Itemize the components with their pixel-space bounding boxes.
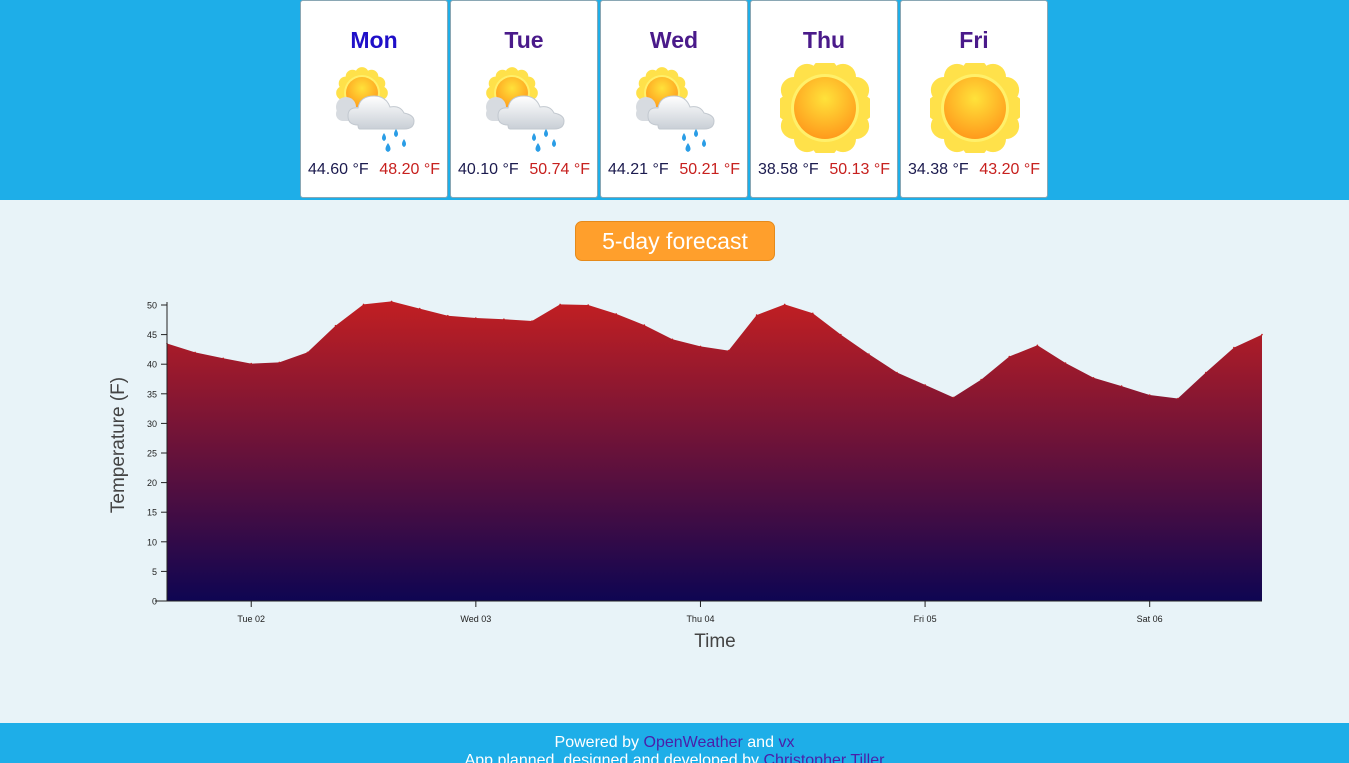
y-tick-label: 45: [147, 330, 157, 340]
y-tick-label: 10: [147, 537, 157, 547]
sun-icon: [776, 59, 874, 157]
data-point: [278, 361, 281, 364]
data-point: [1120, 385, 1123, 387]
data-point: [1064, 362, 1067, 364]
data-point: [699, 345, 702, 348]
sun-cloud-rain-icon: [330, 63, 420, 153]
data-point: [1177, 397, 1179, 400]
day-label: Tue: [504, 27, 544, 53]
forecast-card-mon[interactable]: Mon 44.60 °F 48.20 °F: [300, 0, 448, 198]
forecast-card-thu[interactable]: Thu 38.58 °F 50.13 °F: [750, 0, 898, 198]
data-point: [671, 338, 674, 341]
data-point: [559, 303, 561, 306]
data-point: [783, 303, 786, 306]
data-point: [250, 362, 252, 365]
data-point: [587, 304, 589, 306]
y-tick-label: 20: [147, 478, 157, 488]
temp-row: 34.38 °F 43.20 °F: [908, 161, 1040, 179]
forecast-card-fri[interactable]: Fri 34.38 °F 43.20 °F: [900, 0, 1048, 198]
data-point: [390, 300, 393, 303]
data-point: [1205, 371, 1207, 374]
y-tick-label: 25: [147, 449, 157, 459]
data-point: [475, 317, 477, 319]
y-tick-label: 50: [147, 301, 157, 311]
max-temp: 48.20 °F: [379, 161, 440, 178]
author-link[interactable]: Christopher Tiller: [763, 752, 884, 763]
x-tick-label: Wed 03: [460, 614, 491, 624]
footer-credit-line: App planned, designed and developed by C…: [0, 752, 1349, 763]
sun-icon: [926, 59, 1024, 157]
x-tick-label: Thu 04: [686, 614, 714, 624]
x-tick-label: Fri 05: [914, 614, 937, 624]
vx-link[interactable]: vx: [778, 734, 794, 751]
credit-prefix: App planned, designed and developed by: [464, 752, 760, 763]
data-point: [980, 378, 982, 381]
data-point: [306, 351, 309, 354]
temperature-area-chart: 05101520253035404550Temperature (F)Tue 0…: [108, 300, 1263, 652]
min-temp: 44.60 °F: [308, 161, 369, 178]
forecast-cards: Mon 44.60 °F 48.20 °F Tue 40.10 °F 50.74…: [300, 0, 1048, 200]
data-point: [1092, 377, 1095, 379]
min-temp: 34.38 °F: [908, 161, 969, 178]
y-tick-label: 30: [147, 419, 157, 429]
temperature-area: [167, 301, 1262, 601]
data-point: [1148, 394, 1151, 396]
data-point: [1036, 344, 1039, 347]
y-tick-label: 35: [147, 389, 157, 399]
temp-row: 44.21 °F 50.21 °F: [608, 161, 740, 179]
data-point: [362, 303, 365, 306]
min-temp: 44.21 °F: [608, 161, 669, 178]
y-axis-title: Temperature (F): [108, 377, 129, 513]
temp-row: 40.10 °F 50.74 °F: [458, 161, 590, 179]
min-temp: 38.58 °F: [758, 161, 819, 178]
data-point: [755, 314, 758, 316]
data-point: [952, 396, 954, 399]
data-point: [447, 314, 449, 317]
data-point: [418, 307, 421, 310]
x-tick-label: Sat 06: [1137, 614, 1163, 624]
day-label: Wed: [649, 27, 699, 53]
x-tick-label: Tue 02: [237, 614, 265, 624]
data-point: [727, 349, 730, 352]
data-point: [194, 351, 196, 354]
y-tick-label: 5: [152, 567, 157, 577]
and-word: and: [747, 734, 774, 751]
max-temp: 43.20 °F: [979, 161, 1040, 178]
footer-powered-line: Powered by OpenWeather and vx: [0, 734, 1349, 752]
footer: Powered by OpenWeather and vx App planne…: [0, 723, 1349, 763]
forecast-card-wed[interactable]: Wed 44.21 °F 50.21 °F: [600, 0, 748, 198]
y-tick-label: 40: [147, 360, 157, 370]
data-point: [924, 384, 926, 386]
data-point: [812, 312, 814, 315]
day-label: Fri: [959, 27, 989, 53]
powered-prefix: Powered by: [554, 734, 640, 751]
data-point: [643, 324, 646, 326]
temp-row: 44.60 °F 48.20 °F: [308, 161, 440, 179]
x-axis-title: Time: [694, 631, 736, 652]
openweather-link[interactable]: OpenWeather: [644, 734, 743, 751]
data-point: [1233, 346, 1235, 349]
data-point: [896, 371, 898, 374]
forecast-card-tue[interactable]: Tue 40.10 °F 50.74 °F: [450, 0, 598, 198]
data-point: [503, 318, 505, 320]
data-point: [840, 333, 842, 336]
data-point: [222, 357, 224, 360]
data-point: [868, 353, 870, 355]
max-temp: 50.13 °F: [829, 161, 890, 178]
data-point: [334, 324, 337, 327]
y-tick-label: 15: [147, 508, 157, 518]
day-label: Thu: [802, 27, 846, 53]
data-point: [615, 313, 617, 315]
day-label: Mon: [350, 27, 398, 53]
temp-row: 38.58 °F 50.13 °F: [758, 161, 890, 179]
sun-cloud-rain-icon: [630, 63, 720, 153]
max-temp: 50.74 °F: [529, 161, 590, 178]
data-point: [531, 320, 533, 322]
data-point: [1261, 333, 1263, 336]
chart-title: 5-day forecast: [575, 221, 775, 261]
min-temp: 40.10 °F: [458, 161, 519, 178]
data-point: [1008, 355, 1011, 358]
max-temp: 50.21 °F: [679, 161, 740, 178]
sun-cloud-rain-icon: [480, 63, 570, 153]
